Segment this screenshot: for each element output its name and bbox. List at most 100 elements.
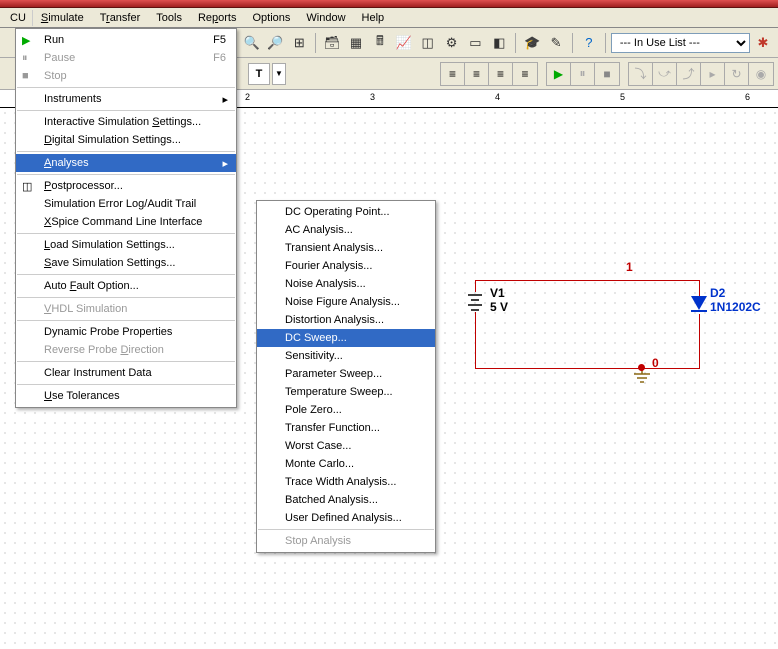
- wire-left-bottom[interactable]: [475, 312, 476, 369]
- zoom-fit-icon[interactable]: ⊞: [288, 32, 310, 54]
- menu-dynamic-probe[interactable]: Dynamic Probe Properties: [16, 323, 236, 341]
- wire-bottom[interactable]: [475, 368, 700, 369]
- menu-batched-analysis[interactable]: Batched Analysis...: [257, 491, 435, 509]
- menu-load-sim-settings[interactable]: Load Simulation Settings...: [16, 236, 236, 254]
- menu-dc-sweep[interactable]: DC Sweep...: [257, 329, 435, 347]
- menu-trace-width-analysis[interactable]: Trace Width Analysis...: [257, 473, 435, 491]
- menubar: CU Simulate Transfer Tools Reports Optio…: [0, 8, 778, 28]
- filter-icon[interactable]: ✱: [752, 32, 774, 54]
- d2-name-label: D2: [710, 286, 725, 300]
- run-icon: ▶: [22, 34, 36, 48]
- menu-auto-fault[interactable]: Auto Fault Option...: [16, 277, 236, 295]
- menu-reports[interactable]: Reports: [190, 10, 245, 26]
- menu-temperature-sweep[interactable]: Temperature Sweep...: [257, 383, 435, 401]
- menu-options[interactable]: Options: [244, 10, 298, 26]
- menu-digital-sim-settings[interactable]: Digital Simulation Settings...: [16, 131, 236, 149]
- net-label-1: 1: [626, 260, 633, 274]
- menu-run[interactable]: ▶ RunF5: [16, 31, 236, 49]
- zoom-in-icon[interactable]: 🔍: [241, 32, 263, 54]
- menu-vhdl-sim: VHDL Simulation: [16, 300, 236, 318]
- postproc-glyph-icon: ◫: [22, 180, 36, 194]
- menu-transfer-function[interactable]: Transfer Function...: [257, 419, 435, 437]
- break-icon[interactable]: ◉: [749, 63, 773, 85]
- step-into-icon[interactable]: ⤵: [629, 63, 653, 85]
- menu-monte-carlo[interactable]: Monte Carlo...: [257, 455, 435, 473]
- pause-glyph-icon: ⏸: [22, 52, 36, 66]
- menu-clear-instrument-data[interactable]: Clear Instrument Data: [16, 364, 236, 382]
- menu-pole-zero[interactable]: Pole Zero...: [257, 401, 435, 419]
- run-icon[interactable]: ▶: [547, 63, 571, 85]
- graph-icon[interactable]: 📈: [393, 32, 415, 54]
- view3d-icon[interactable]: ◧: [488, 32, 510, 54]
- menu-error-log[interactable]: Simulation Error Log/Audit Trail: [16, 195, 236, 213]
- reset-icon[interactable]: ↻: [725, 63, 749, 85]
- zoom-out-icon[interactable]: 🔎: [264, 32, 286, 54]
- align-top-icon[interactable]: ≡: [513, 63, 537, 85]
- menu-tools[interactable]: Tools: [148, 10, 190, 26]
- menu-transient-analysis[interactable]: Transient Analysis...: [257, 239, 435, 257]
- d2-value-label: 1N1202C: [710, 300, 761, 314]
- align-right-icon[interactable]: ≡: [489, 63, 513, 85]
- menu-distortion-analysis[interactable]: Distortion Analysis...: [257, 311, 435, 329]
- postproc-icon[interactable]: ⚙: [441, 32, 463, 54]
- menu-analyses[interactable]: Analyses▸: [16, 154, 236, 172]
- help-icon[interactable]: ?: [578, 32, 600, 54]
- menu-pause: ⏸ PauseF6: [16, 49, 236, 67]
- stop-icon[interactable]: ■: [595, 63, 619, 85]
- menu-use-tolerances[interactable]: Use Tolerances: [16, 387, 236, 405]
- menu-interactive-sim-settings[interactable]: Interactive Simulation Settings...: [16, 113, 236, 131]
- text-bold-button[interactable]: T: [248, 63, 270, 85]
- menu-stop-analysis: Stop Analysis: [257, 532, 435, 550]
- ground-symbol[interactable]: [632, 368, 652, 391]
- menu-fourier-analysis[interactable]: Fourier Analysis...: [257, 257, 435, 275]
- align-center-icon[interactable]: ≡: [465, 63, 489, 85]
- menu-simulate[interactable]: Simulate: [33, 10, 92, 26]
- pause-icon[interactable]: ⏸: [571, 63, 595, 85]
- tool-icon[interactable]: ✎: [545, 32, 567, 54]
- align-left-icon[interactable]: ≡: [441, 63, 465, 85]
- v1-name-label: V1: [490, 286, 505, 300]
- calc-icon[interactable]: 🖩: [369, 32, 391, 54]
- menu-xspice-cli[interactable]: XSpice Command Line Interface: [16, 213, 236, 231]
- text-dropdown-icon[interactable]: ▼: [272, 63, 286, 85]
- align-group: ≡ ≡ ≡ ≡: [440, 62, 538, 86]
- diode-d2[interactable]: [690, 294, 708, 319]
- menu-parameter-sweep[interactable]: Parameter Sweep...: [257, 365, 435, 383]
- menu-save-sim-settings[interactable]: Save Simulation Settings...: [16, 254, 236, 272]
- step-out-icon[interactable]: ⤴: [677, 63, 701, 85]
- menu-instruments[interactable]: Instruments▸: [16, 90, 236, 108]
- edu-icon[interactable]: 🎓: [521, 32, 543, 54]
- step-over-icon[interactable]: ⤻: [653, 63, 677, 85]
- menu-ac-analysis[interactable]: AC Analysis...: [257, 221, 435, 239]
- menu-worst-case[interactable]: Worst Case...: [257, 437, 435, 455]
- menu-window[interactable]: Window: [298, 10, 353, 26]
- menu-user-defined-analysis[interactable]: User Defined Analysis...: [257, 509, 435, 527]
- wire-top[interactable]: [475, 280, 700, 281]
- voltage-source-v1[interactable]: [465, 291, 485, 316]
- analysis-icon[interactable]: ◫: [417, 32, 439, 54]
- v1-value-label: 5 V: [490, 300, 508, 314]
- menu-noise-analysis[interactable]: Noise Analysis...: [257, 275, 435, 293]
- db-icon[interactable]: 🗃: [321, 32, 343, 54]
- menu-reverse-probe: Reverse Probe Direction: [16, 341, 236, 359]
- window-titlebar: [0, 0, 778, 8]
- menu-stop: ■ Stop: [16, 67, 236, 85]
- menu-dc-operating-point[interactable]: DC Operating Point...: [257, 203, 435, 221]
- wire-right-bottom[interactable]: [699, 314, 700, 369]
- menu-sensitivity[interactable]: Sensitivity...: [257, 347, 435, 365]
- step-group: ⤵ ⤻ ⤴ ▸ ↻ ◉: [628, 62, 774, 86]
- grid-icon[interactable]: ▦: [345, 32, 367, 54]
- menu-transfer[interactable]: Transfer: [92, 10, 149, 26]
- net-label-0: 0: [652, 356, 659, 370]
- in-use-list-combo[interactable]: --- In Use List ---: [611, 33, 750, 53]
- simulate-menu-dropdown: ▶ RunF5 ⏸ PauseF6 ■ Stop Instruments▸ In…: [15, 28, 237, 408]
- sim-control-group: ▶ ⏸ ■: [546, 62, 620, 86]
- step-icon[interactable]: ▸: [701, 63, 725, 85]
- analyses-submenu-dropdown: DC Operating Point... AC Analysis... Tra…: [256, 200, 436, 553]
- menu-noise-figure-analysis[interactable]: Noise Figure Analysis...: [257, 293, 435, 311]
- menu-postprocessor[interactable]: ◫ Postprocessor...: [16, 177, 236, 195]
- menu-cu[interactable]: CU: [4, 10, 33, 26]
- junction-dot: [638, 364, 645, 371]
- breadboard-icon[interactable]: ▭: [464, 32, 486, 54]
- menu-help[interactable]: Help: [354, 10, 393, 26]
